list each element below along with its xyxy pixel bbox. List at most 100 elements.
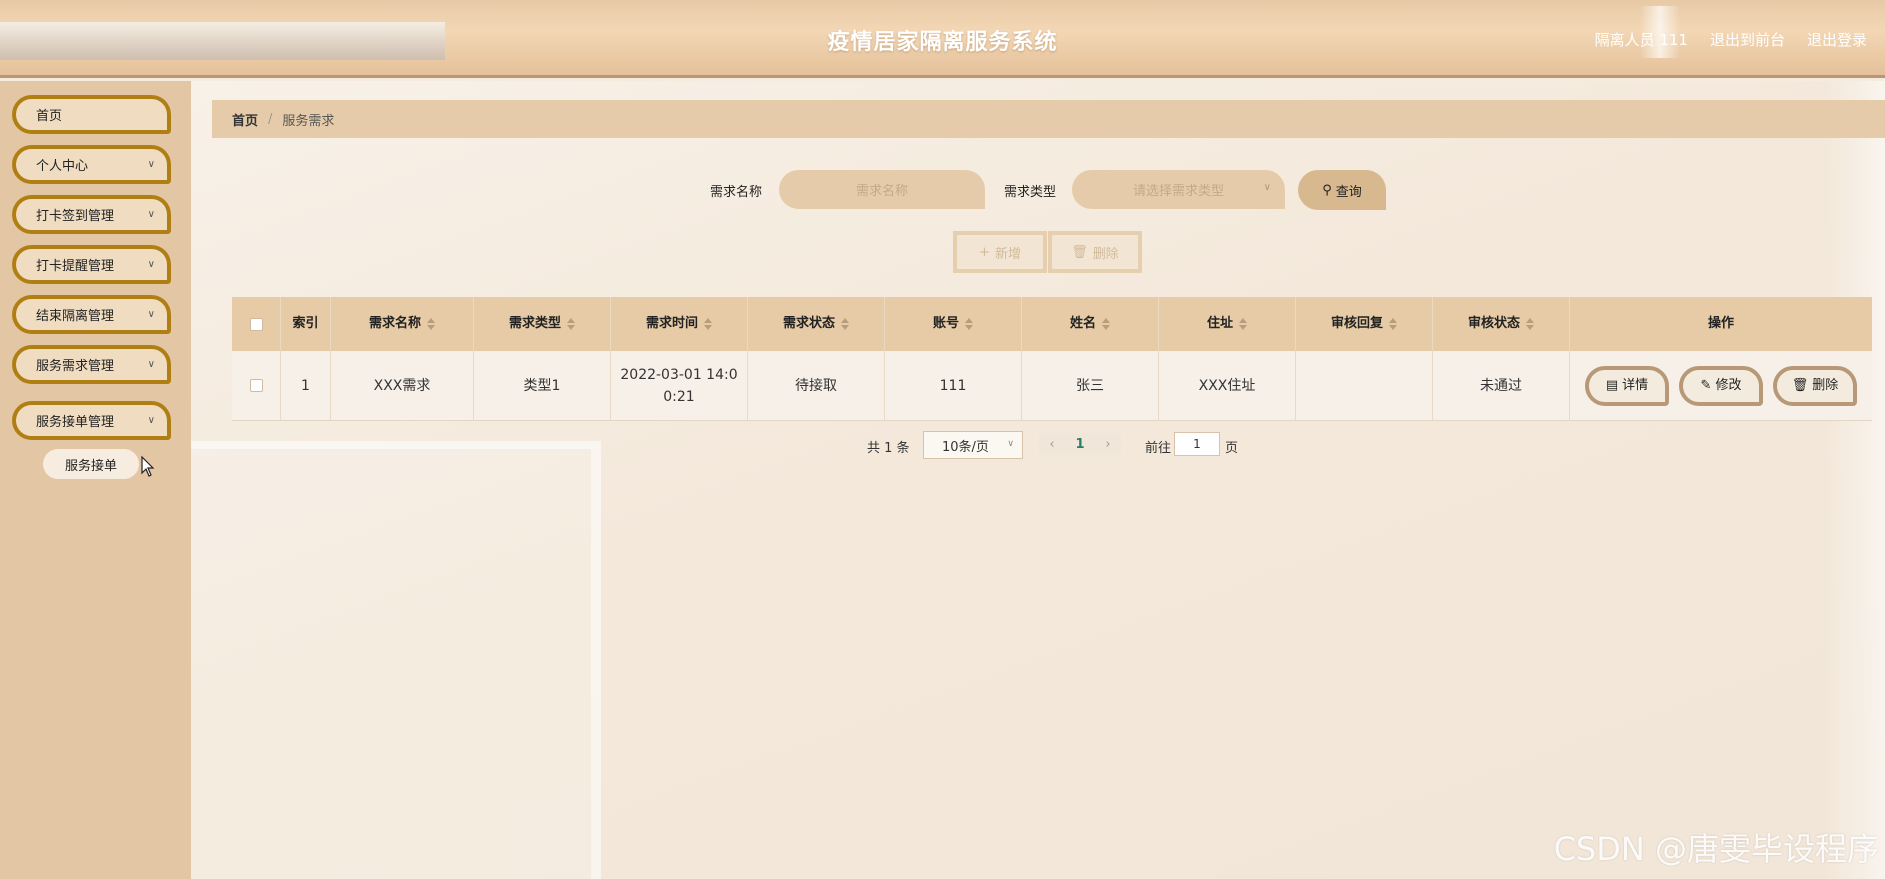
column-header-label: 需求时间 [645,316,698,331]
trash-icon: 🗑 [1791,377,1809,393]
select-all-cell [232,297,281,351]
column-header-label: 住址 [1206,316,1233,331]
sidebar-item-personal-center[interactable]: 个人中心 ∨ [12,145,171,184]
sort-icon[interactable] [1102,318,1110,330]
query-button-label: 查询 [1335,184,1362,200]
column-header[interactable]: 需求时间 [611,297,748,351]
cell-status: 待接取 [748,351,885,420]
document-icon: ▤ [1605,377,1619,393]
detail-button[interactable]: ▤ 详情 [1585,365,1669,406]
next-page-button[interactable]: › [1095,433,1121,455]
delete-button[interactable]: 🗑 删除 [1773,365,1857,406]
column-header[interactable]: 姓名 [1022,297,1159,351]
pagination-total: 共 1 条 [867,441,910,456]
chevron-down-icon: ∨ [147,359,155,370]
sidebar-item-reminder[interactable]: 打卡提醒管理 ∨ [12,245,171,284]
name-filter-input[interactable]: 需求名称 [779,170,985,209]
edit-button-label: 修改 [1715,377,1742,393]
cell-time: 2022-03-01 14:00:21 [611,351,748,420]
cell-type: 类型1 [474,351,611,420]
sidebar-item-checkin[interactable]: 打卡签到管理 ∨ [12,195,171,234]
logout-link[interactable]: 退出登录 [1807,29,1867,50]
demand-table: 索引 需求名称 需求类型 需求时间 需求状态 账号 姓名 住址 审核回复 审核状… [232,297,1872,421]
cell-audit: 未通过 [1433,351,1570,420]
batch-delete-label: 删除 [1092,246,1119,262]
trash-icon: 🗑 [1071,244,1088,260]
sidebar-item-label: 首页 [36,109,63,124]
sort-icon[interactable] [1526,318,1534,330]
sort-icon[interactable] [567,318,575,330]
select-all-checkbox[interactable] [249,317,263,331]
column-header: 索引 [281,297,331,351]
page-size-value: 10条/页 [942,439,989,455]
column-header-label: 审核回复 [1330,316,1383,331]
delete-button-label: 删除 [1812,377,1839,393]
page-number[interactable]: 1 [1065,433,1095,455]
column-header[interactable]: 需求状态 [748,297,885,351]
row-checkbox[interactable] [249,379,263,392]
type-filter-select[interactable]: 请选择需求类型 ∨ [1072,170,1285,209]
table-row[interactable]: 1 XXX需求 类型1 2022-03-01 14:00:21 待接取 111 … [232,351,1872,421]
search-bar: 需求名称 需求名称 需求类型 请选择需求类型 ∨ [191,169,1885,209]
goto-page-input[interactable]: 1 [1174,432,1220,456]
column-header-label: 需求类型 [508,316,561,331]
type-filter-label: 需求类型 [1004,185,1057,200]
query-button[interactable]: ⚲ 查询 [1298,170,1386,210]
page-unit-label: 页 [1225,441,1239,456]
add-button[interactable]: + 新增 [953,231,1047,273]
column-header[interactable]: 需求类型 [474,297,611,351]
main-content: 首页 / 服务需求 需求名称 需求名称 需求类型 请选择需求类型 ∨ ⚲ 查询 … [191,81,1885,879]
chevron-right-icon: › [1105,436,1111,452]
plus-icon: + [979,244,990,260]
name-filter-label: 需求名称 [710,185,763,200]
detail-button-label: 详情 [1622,377,1649,393]
chevron-down-icon: ∨ [147,415,155,426]
cell-reply [1296,351,1433,420]
column-header[interactable]: 审核状态 [1433,297,1570,351]
column-header-label: 需求状态 [782,316,835,331]
sidebar-subitem-service-order[interactable]: 服务接单 [43,449,139,479]
sidebar-item-label: 结束隔离管理 [36,309,115,324]
batch-delete-button[interactable]: 🗑 删除 [1048,231,1142,273]
sidebar-item-label: 打卡提醒管理 [36,259,115,274]
chevron-down-icon: ∨ [147,209,155,220]
sidebar-item-label: 服务接单管理 [36,415,115,430]
breadcrumb: 首页 / 服务需求 [212,100,1885,138]
sort-icon[interactable] [1239,318,1247,330]
cell-index: 1 [281,351,331,420]
sidebar-item-end-isolation[interactable]: 结束隔离管理 ∨ [12,295,171,334]
chevron-down-icon: ∨ [1263,182,1271,193]
sidebar-item-label: 打卡签到管理 [36,209,115,224]
column-header[interactable]: 审核回复 [1296,297,1433,351]
page-size-select[interactable]: 10条/页 ∨ [923,431,1023,459]
prev-page-button[interactable]: ‹ [1039,433,1065,455]
goto-label: 前往 [1145,441,1172,456]
column-header[interactable]: 住址 [1159,297,1296,351]
sort-icon[interactable] [1389,318,1397,330]
pagination: 共 1 条 10条/页 ∨ ‹ 1 › 前往 1 页 [191,431,1885,461]
type-filter-placeholder: 请选择需求类型 [1132,184,1224,199]
sidebar-item-service-orders[interactable]: 服务接单管理 ∨ [12,401,171,440]
sidebar-item-home[interactable]: 首页 [12,95,171,134]
sort-icon[interactable] [704,318,712,330]
sidebar: 首页 个人中心 ∨ 打卡签到管理 ∨ 打卡提醒管理 ∨ 结束隔离管理 ∨ 服务需… [0,81,191,879]
row-select-cell [232,351,281,420]
column-header-label: 审核状态 [1467,316,1520,331]
column-header[interactable]: 账号 [885,297,1022,351]
breadcrumb-current: 服务需求 [282,113,335,129]
breadcrumb-home[interactable]: 首页 [232,110,258,129]
edit-icon: ✎ [1700,377,1712,393]
back-to-front-link[interactable]: 退出到前台 [1710,29,1785,50]
chevron-left-icon: ‹ [1049,436,1055,452]
sidebar-item-label: 个人中心 [36,159,89,174]
sort-icon[interactable] [841,318,849,330]
column-header[interactable]: 需求名称 [331,297,474,351]
sort-icon[interactable] [965,318,973,330]
cell-person: 张三 [1022,351,1159,420]
breadcrumb-separator: / [268,111,273,127]
sidebar-item-service-demand[interactable]: 服务需求管理 ∨ [12,345,171,384]
cell-actions: ▤ 详情 ✎ 修改 🗑 删除 [1570,351,1872,420]
watermark: CSDN @唐雯毕设程序 [1553,830,1879,868]
sort-icon[interactable] [427,318,435,330]
edit-button[interactable]: ✎ 修改 [1679,365,1763,406]
